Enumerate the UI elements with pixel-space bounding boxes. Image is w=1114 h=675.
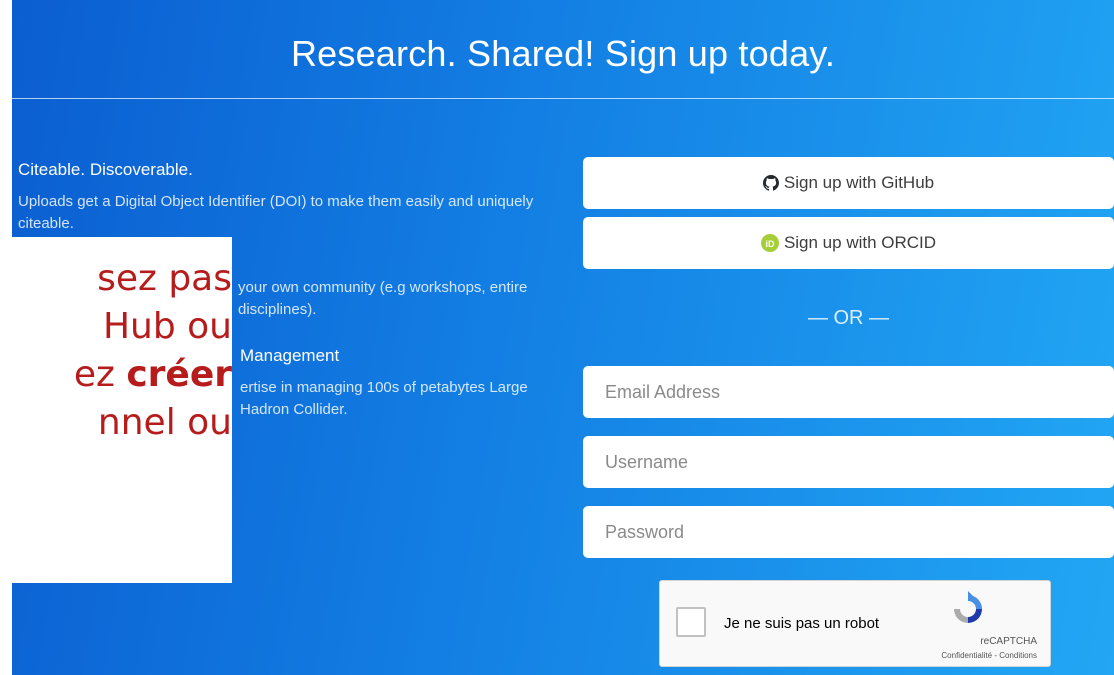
password-input[interactable] (603, 520, 1114, 544)
orcid-signup-button[interactable]: iD Sign up with ORCID (583, 217, 1114, 269)
username-input[interactable] (603, 450, 1114, 474)
email-input[interactable] (603, 380, 1114, 404)
overlay-text: sez pas Hub ou ez créer nnel ou (0, 255, 232, 447)
email-field[interactable] (583, 366, 1114, 418)
recaptcha-brand: reCAPTCHA (980, 636, 1037, 647)
page-title: Research. Shared! Sign up today. (290, 33, 836, 74)
overlay-line-3-start: ez (73, 354, 127, 395)
overlay-line-4: nnel ou (97, 402, 232, 443)
orcid-icon: iD (760, 234, 779, 252)
username-field[interactable] (583, 436, 1114, 488)
overlay-line-3-bold: créer (126, 354, 232, 395)
signup-form: Sign up with GitHub iD Sign up with ORCI… (583, 157, 1114, 576)
or-separator: — OR — (807, 307, 890, 329)
overlay-line-3: ez créer (0, 351, 232, 399)
recaptcha-logo-icon (948, 591, 988, 632)
feature-text: Uploads get a Digital Object Identifier … (18, 193, 534, 232)
github-signup-button[interactable]: Sign up with GitHub (583, 157, 1114, 209)
svg-text:iD: iD (765, 239, 775, 249)
feature-title: Citeable. Discoverable. (18, 160, 193, 179)
github-button-label: Sign up with GitHub (783, 173, 935, 192)
recaptcha-label: Je ne suis pas un robot (724, 615, 880, 632)
orcid-button-label: Sign up with ORCID (783, 233, 937, 252)
recaptcha-widget: Je ne suis pas un robot reCAPTCHA Confid… (659, 580, 1051, 667)
overlay-line-1: sez pas (97, 258, 232, 299)
github-icon (762, 175, 779, 191)
password-field[interactable] (583, 506, 1114, 558)
recaptcha-links[interactable]: Confidentialité - Conditions (941, 651, 1037, 660)
recaptcha-checkbox[interactable] (676, 607, 706, 637)
title-divider (12, 98, 1114, 99)
overlay-panel: sez pas Hub ou ez créer nnel ou (0, 237, 232, 583)
feature-citeable: Citeable. Discoverable. Uploads get a Di… (18, 160, 558, 235)
overlay-line-2: Hub ou (102, 306, 232, 347)
